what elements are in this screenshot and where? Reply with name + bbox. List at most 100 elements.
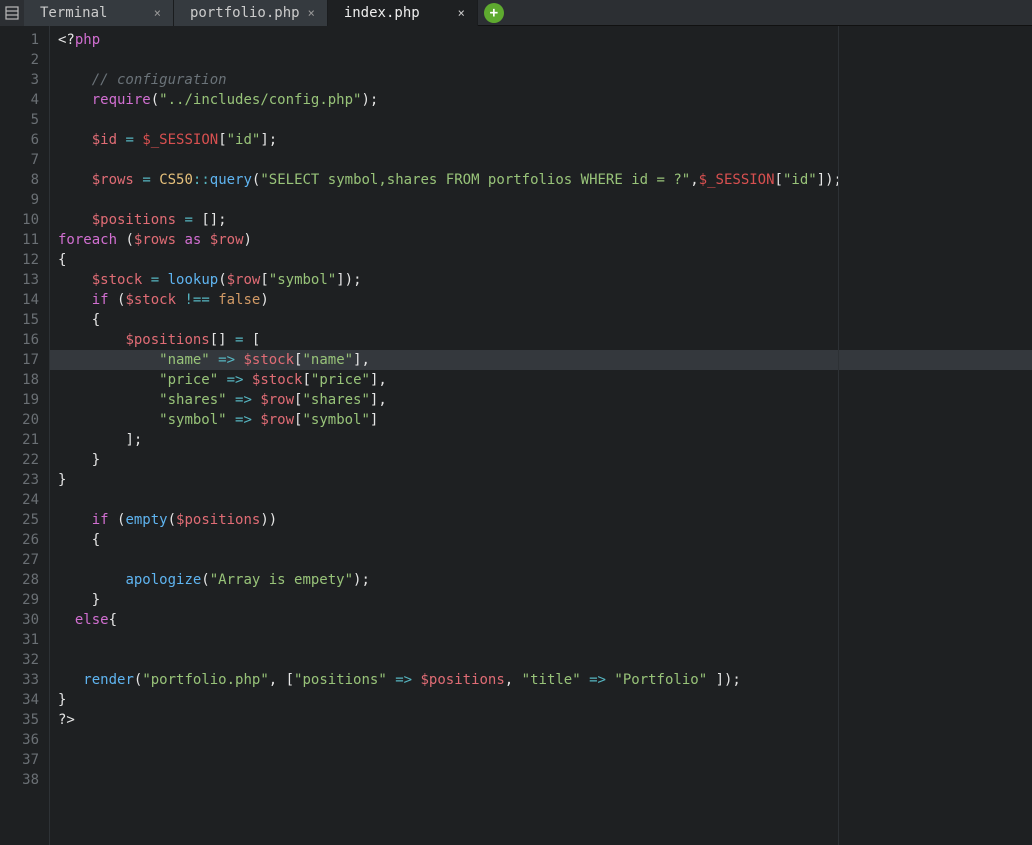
close-icon[interactable]: × — [154, 7, 161, 19]
code-line[interactable]: { — [58, 530, 1032, 550]
code-line[interactable] — [58, 750, 1032, 770]
new-tab-button[interactable]: + — [484, 3, 504, 23]
token-var: $row — [260, 412, 294, 428]
line-number: 14 — [0, 290, 39, 310]
code-line[interactable]: "price" => $stock["price"], — [58, 370, 1032, 390]
menu-icon[interactable] — [0, 0, 24, 26]
code-line[interactable] — [58, 630, 1032, 650]
line-number: 7 — [0, 150, 39, 170]
token-string: "price" — [311, 372, 370, 388]
token-op: => — [235, 392, 252, 408]
token-punct: [ — [252, 332, 260, 348]
token-op: => — [395, 672, 412, 688]
token-white — [227, 412, 235, 428]
token-op: => — [227, 372, 244, 388]
code-line[interactable] — [58, 50, 1032, 70]
tab-portfolio-php[interactable]: portfolio.php× — [174, 0, 328, 26]
line-number: 17 — [0, 350, 39, 370]
token-punct: ) — [244, 232, 252, 248]
line-number: 12 — [0, 250, 39, 270]
token-white — [218, 372, 226, 388]
code-line[interactable]: foreach ($rows as $row) — [58, 230, 1032, 250]
code-line[interactable]: apologize("Array is empety"); — [58, 570, 1032, 590]
close-icon[interactable]: × — [308, 7, 315, 19]
token-punct: ], — [353, 352, 370, 368]
line-number: 18 — [0, 370, 39, 390]
code-area[interactable]: <?php // configuration require("../inclu… — [50, 26, 1032, 845]
code-line[interactable] — [58, 150, 1032, 170]
code-line[interactable]: } — [58, 450, 1032, 470]
token-punct: ( — [168, 512, 176, 528]
token-func: apologize — [125, 572, 201, 588]
tab-index-php[interactable]: index.php× — [328, 0, 478, 26]
code-line[interactable] — [58, 190, 1032, 210]
tab-terminal[interactable]: Terminal × — [24, 0, 174, 26]
token-var: $positions — [421, 672, 505, 688]
token-punct: ( — [151, 92, 159, 108]
token-string: "Portfolio" — [614, 672, 707, 688]
code-line[interactable] — [58, 550, 1032, 570]
token-op: => — [235, 412, 252, 428]
code-line[interactable] — [58, 490, 1032, 510]
code-line[interactable]: } — [58, 590, 1032, 610]
code-line[interactable]: $positions = []; — [58, 210, 1032, 230]
close-icon[interactable]: × — [458, 7, 465, 19]
token-punct: } — [58, 692, 66, 708]
line-number: 24 — [0, 490, 39, 510]
token-op: = — [142, 172, 150, 188]
token-punct: [ — [260, 272, 268, 288]
code-line[interactable] — [58, 650, 1032, 670]
token-var: $positions — [92, 212, 176, 228]
token-punct: ]); — [336, 272, 361, 288]
token-punct: } — [92, 592, 100, 608]
tab-label: Terminal — [40, 5, 107, 21]
token-string: "SELECT symbol,shares FROM portfolios WH… — [260, 172, 690, 188]
code-line[interactable]: if (empty($positions)) — [58, 510, 1032, 530]
token-punct: ); — [353, 572, 370, 588]
token-varhl: $_SESSION — [699, 172, 775, 188]
code-line[interactable]: ?> — [58, 710, 1032, 730]
code-line[interactable]: $id = $_SESSION["id"]; — [58, 130, 1032, 150]
line-number: 28 — [0, 570, 39, 590]
token-op: :: — [193, 172, 210, 188]
code-line[interactable]: $rows = CS50::query("SELECT symbol,share… — [58, 170, 1032, 190]
token-string: "id" — [783, 172, 817, 188]
code-line[interactable] — [58, 110, 1032, 130]
code-line[interactable]: require("../includes/config.php"); — [58, 90, 1032, 110]
token-string: "shares" — [159, 392, 226, 408]
code-line[interactable]: "shares" => $row["shares"], — [58, 390, 1032, 410]
token-white — [109, 512, 117, 528]
code-line[interactable]: $positions[] = [ — [58, 330, 1032, 350]
code-editor[interactable]: 1234567891011121314151617181920212223242… — [0, 26, 1032, 845]
line-number: 6 — [0, 130, 39, 150]
token-punct: ]; — [260, 132, 277, 148]
code-line[interactable]: // configuration — [58, 70, 1032, 90]
token-bool: false — [218, 292, 260, 308]
column-ruler — [838, 26, 839, 845]
code-line[interactable]: { — [58, 250, 1032, 270]
token-string: "title" — [522, 672, 581, 688]
line-number: 23 — [0, 470, 39, 490]
code-line[interactable]: } — [58, 690, 1032, 710]
code-line[interactable]: } — [58, 470, 1032, 490]
code-line[interactable]: if ($stock !== false) — [58, 290, 1032, 310]
token-class: CS50 — [159, 172, 193, 188]
token-var: $stock — [252, 372, 303, 388]
token-string: "Array is empety" — [210, 572, 353, 588]
code-line[interactable]: else{ — [58, 610, 1032, 630]
token-white — [243, 332, 251, 348]
code-line[interactable]: { — [58, 310, 1032, 330]
line-number: 9 — [0, 190, 39, 210]
code-line[interactable] — [58, 770, 1032, 790]
code-line[interactable]: render("portfolio.php", ["positions" => … — [58, 670, 1032, 690]
token-var: $stock — [92, 272, 143, 288]
code-line[interactable]: "name" => $stock["name"], — [50, 350, 1032, 370]
code-line[interactable]: ]; — [58, 430, 1032, 450]
line-number: 15 — [0, 310, 39, 330]
code-line[interactable]: "symbol" => $row["symbol"] — [58, 410, 1032, 430]
code-line[interactable]: $stock = lookup($row["symbol"]); — [58, 270, 1032, 290]
token-white — [151, 172, 159, 188]
token-punct: <? — [58, 32, 75, 48]
code-line[interactable] — [58, 730, 1032, 750]
code-line[interactable]: <?php — [58, 30, 1032, 50]
